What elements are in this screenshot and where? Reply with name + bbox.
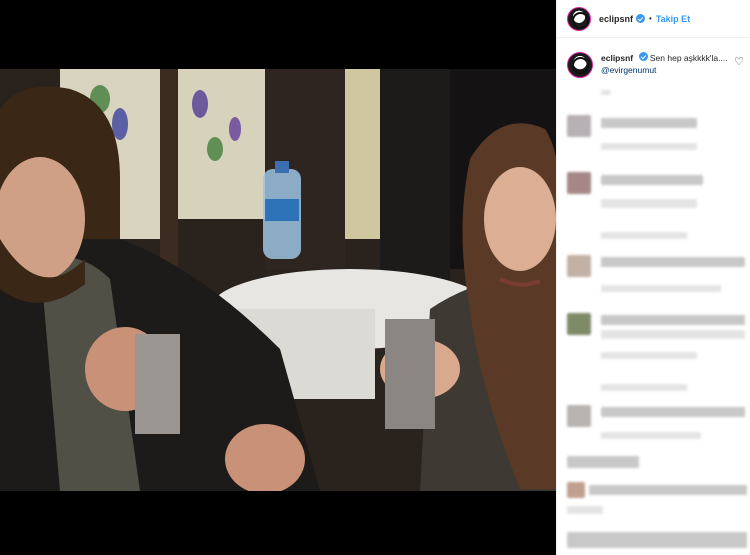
post-side-panel: eclipsnf • Takip Et eclipsnf Sen hep aşk… <box>556 0 750 555</box>
blurred-comment-meta <box>601 352 697 359</box>
blurred-comment <box>601 315 745 325</box>
caption-text: Sen hep aşkkkk'la.... <box>649 53 728 63</box>
follow-button[interactable]: Takip Et <box>656 14 690 24</box>
blurred-comment <box>601 118 697 128</box>
blurred-comment-meta <box>601 143 697 150</box>
blurred-avatar <box>567 255 591 277</box>
blurred-comment-line <box>601 330 745 339</box>
blurred-comment <box>601 175 703 185</box>
post-media[interactable] <box>0 0 556 555</box>
blurred-timestamp <box>567 506 603 514</box>
post-caption: eclipsnf Sen hep aşkkkk'la.... @evirgenu… <box>567 52 747 78</box>
caption-text-block: eclipsnf Sen hep aşkkkk'la.... @evirgenu… <box>601 52 728 78</box>
blurred-comment-meta <box>601 432 701 439</box>
photo-illustration <box>0 69 556 491</box>
username-link[interactable]: eclipsnf <box>599 14 633 24</box>
blurred-comment-meta <box>601 232 687 239</box>
blurred-comment <box>601 257 745 267</box>
instagram-post-view: eclipsnf • Takip Et eclipsnf Sen hep aşk… <box>0 0 750 555</box>
blurred-avatar <box>567 115 591 137</box>
blurred-likes <box>589 485 747 495</box>
blurred-avatar <box>567 313 591 335</box>
verified-badge-icon <box>636 14 646 23</box>
blurred-avatar <box>567 482 585 498</box>
post-header: eclipsnf • Takip Et <box>557 0 750 38</box>
blurred-avatar <box>567 405 591 427</box>
avatar[interactable] <box>567 6 591 31</box>
caption-mention-link[interactable]: @evirgenumut <box>601 65 656 75</box>
heart-icon[interactable]: ♡ <box>733 56 745 68</box>
caption-avatar[interactable] <box>567 52 593 78</box>
caption-verified-badge-icon <box>638 52 648 61</box>
blurred-comment-meta <box>601 384 687 391</box>
separator-dot: • <box>649 14 652 23</box>
blurred-comment-line <box>601 199 697 208</box>
caption-username[interactable]: eclipsnf <box>601 53 633 63</box>
blurred-comment-input[interactable] <box>567 532 747 548</box>
blurred-comment <box>601 407 745 417</box>
blurred-timestamp <box>601 90 611 95</box>
blurred-action-bar <box>567 456 639 468</box>
blurred-avatar <box>567 172 591 194</box>
blurred-comment-meta <box>601 285 721 292</box>
post-photo[interactable] <box>0 69 556 491</box>
